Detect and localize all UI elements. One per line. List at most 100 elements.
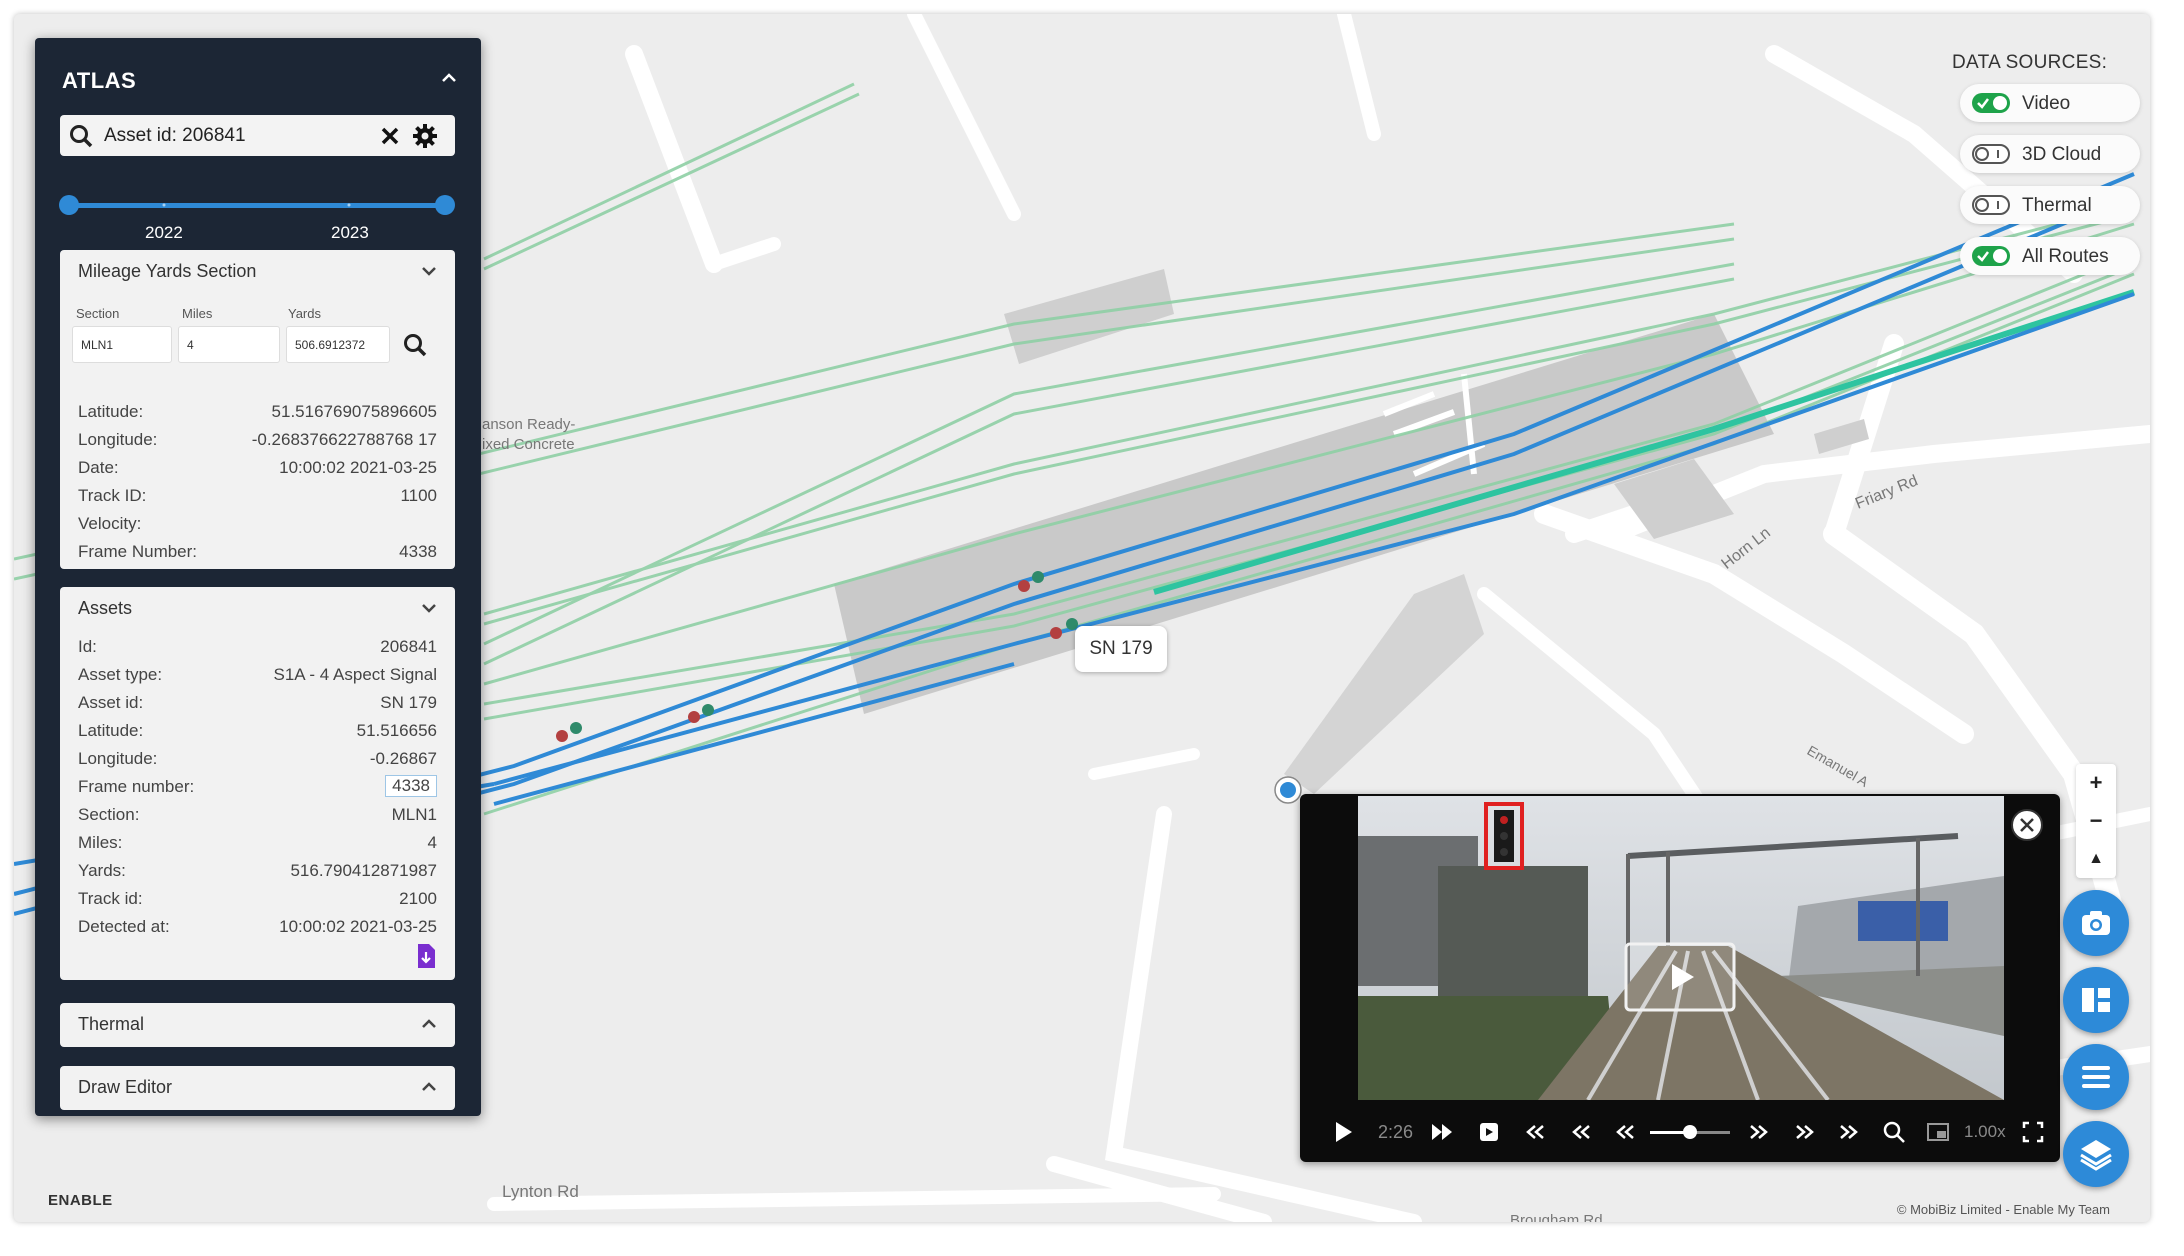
- app-title: ATLAS: [62, 68, 137, 93]
- layers-icon: [2080, 1140, 2112, 1171]
- asset-row-value: 51.516656: [356, 721, 437, 740]
- mileage-info-value: 10:00:02 2021-03-25: [279, 458, 437, 477]
- zoom-out-button[interactable]: −: [2076, 802, 2116, 840]
- data-sources-title: DATA SOURCES:: [1952, 52, 2108, 73]
- playback-speed[interactable]: 1.00x: [1964, 1122, 2006, 1142]
- rewind-icon[interactable]: [1614, 1120, 1636, 1144]
- asset-row-label: Section:: [78, 805, 140, 824]
- section-input[interactable]: [72, 326, 172, 363]
- chevron-down-icon[interactable]: [419, 599, 439, 617]
- frame-number-input[interactable]: 4338: [385, 775, 437, 797]
- search-input[interactable]: [104, 120, 372, 151]
- chevron-up-icon[interactable]: [439, 68, 459, 88]
- download-icon[interactable]: [415, 943, 437, 969]
- search-icon[interactable]: [402, 332, 428, 358]
- sidebar: ATLAS 2022 2023 Mileage Yards: [35, 38, 481, 1116]
- asset-row-value: SN 179: [380, 693, 437, 712]
- data-source-label: Thermal: [2022, 195, 2092, 216]
- close-icon[interactable]: [378, 124, 402, 148]
- asset-row-label: Miles:: [78, 833, 123, 852]
- toggle-on-icon[interactable]: [1972, 246, 2010, 266]
- asset-row-label: Id:: [78, 637, 97, 656]
- data-source-all-routes[interactable]: All Routes: [1960, 237, 2140, 275]
- asset-row-value: 10:00:02 2021-03-25: [279, 917, 437, 936]
- toggle-off-icon[interactable]: [1972, 195, 2010, 215]
- year-start-label: 2022: [145, 223, 183, 242]
- map-attribution: © MobiBiz Limited - Enable My Team: [1896, 1202, 2110, 1217]
- thermal-panel[interactable]: Thermal: [60, 1003, 455, 1047]
- mileage-info-label: Track ID:: [78, 486, 147, 505]
- assets-panel-title[interactable]: Assets: [78, 598, 132, 619]
- speed-slider[interactable]: [1650, 1120, 1730, 1144]
- video-controls: 2:26 1.00x: [1300, 1102, 2060, 1162]
- data-source-thermal[interactable]: Thermal: [1960, 186, 2140, 224]
- draw-editor-panel[interactable]: Draw Editor: [60, 1066, 455, 1110]
- asset-row-label: Track id:: [78, 889, 143, 908]
- toggle-on-icon[interactable]: [1972, 93, 2010, 113]
- mileage-info-value: 51.516769075896605: [271, 402, 437, 421]
- rewind-icon[interactable]: [1570, 1120, 1592, 1144]
- asset-row-value: -0.26867: [369, 749, 437, 768]
- toggle-off-icon[interactable]: [1972, 144, 2010, 164]
- data-source-3d-cloud[interactable]: 3D Cloud: [1960, 135, 2140, 173]
- map-label-plant-2: ixed Concrete: [482, 436, 575, 453]
- gear-icon[interactable]: [412, 123, 438, 149]
- mileage-info-label: Frame Number:: [78, 542, 198, 561]
- play-icon[interactable]: [1332, 1120, 1354, 1144]
- app-window: anson Ready- ixed Concrete Friary Rd Hor…: [14, 14, 2150, 1222]
- camera-icon: [2082, 911, 2110, 935]
- yards-input[interactable]: [286, 326, 390, 363]
- data-source-video[interactable]: Video: [1960, 84, 2140, 122]
- fast-forward-icon[interactable]: [1794, 1120, 1816, 1144]
- data-source-label: 3D Cloud: [2022, 144, 2102, 165]
- layers-button[interactable]: [2063, 1121, 2129, 1187]
- fast-forward-icon[interactable]: [1748, 1120, 1770, 1144]
- location-pin-icon[interactable]: [1273, 775, 1303, 805]
- close-icon[interactable]: [2010, 808, 2044, 842]
- mileage-info-value: -0.268376622788768 17: [251, 430, 437, 449]
- fullscreen-icon[interactable]: [2022, 1120, 2044, 1144]
- section-label: Section: [76, 306, 120, 321]
- mileage-info-value: 4338: [399, 542, 437, 561]
- pip-icon[interactable]: [1926, 1120, 1950, 1144]
- zoom-in-button[interactable]: +: [2076, 764, 2116, 802]
- frame-icon[interactable]: [1478, 1120, 1500, 1144]
- asset-row-value: 206841: [380, 637, 437, 656]
- year-range-slider[interactable]: [59, 192, 455, 218]
- asset-row-label: Longitude:: [78, 749, 158, 768]
- thermal-panel-title[interactable]: Thermal: [78, 1014, 144, 1035]
- menu-icon: [2082, 1066, 2110, 1088]
- mileage-info-label: Date:: [78, 458, 119, 477]
- zoom-control: + − ▲: [2076, 764, 2116, 878]
- search-icon[interactable]: [68, 123, 94, 149]
- fast-forward-icon[interactable]: [1838, 1120, 1860, 1144]
- video-time: 2:26: [1378, 1122, 1414, 1142]
- mileage-info-label: Longitude:: [78, 430, 158, 449]
- camera-button[interactable]: [2063, 890, 2129, 956]
- zoom-icon[interactable]: [1882, 1120, 1906, 1144]
- video-frame[interactable]: [1358, 796, 2004, 1100]
- step-forward-icon[interactable]: [1430, 1120, 1456, 1144]
- chevron-up-icon[interactable]: [419, 1078, 439, 1096]
- rewind-icon[interactable]: [1524, 1120, 1546, 1144]
- split-view-button[interactable]: [2063, 967, 2129, 1033]
- chevron-down-icon[interactable]: [419, 262, 439, 280]
- asset-row-value: S1A - 4 Aspect Signal: [273, 665, 438, 684]
- yards-label: Yards: [288, 306, 321, 321]
- brand-logo: ENABLE: [48, 1192, 113, 1209]
- assets-panel: Assets Id: 206841 Asset type: S1A - 4 As…: [60, 587, 455, 980]
- miles-input[interactable]: [178, 326, 280, 363]
- mileage-panel-title[interactable]: Mileage Yards Section: [78, 261, 256, 282]
- asset-row-label: Asset id:: [78, 693, 144, 712]
- draw-editor-panel-title[interactable]: Draw Editor: [78, 1077, 172, 1098]
- chevron-up-icon[interactable]: [419, 1015, 439, 1033]
- asset-row-label: Asset type:: [78, 665, 163, 684]
- mileage-info-label: Velocity:: [78, 514, 142, 533]
- video-player[interactable]: 2:26 1.00x: [1300, 794, 2060, 1162]
- menu-button[interactable]: [2063, 1044, 2129, 1110]
- mileage-info-value: 1100: [400, 486, 437, 505]
- compass-button[interactable]: ▲: [2076, 840, 2116, 878]
- asset-row-value: MLN1: [391, 805, 437, 824]
- map-label-brougham-rd: Brougham Rd: [1510, 1212, 1603, 1222]
- asset-row-value: 2100: [399, 889, 437, 908]
